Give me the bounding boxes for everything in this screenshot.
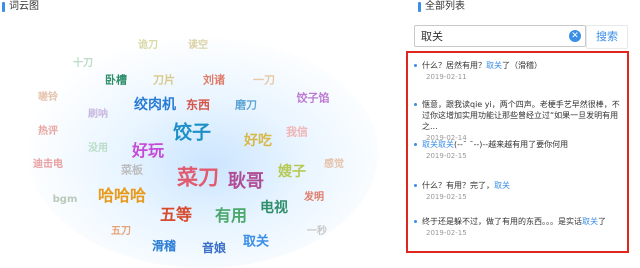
search-field[interactable] — [415, 29, 571, 43]
wordcloud-word: 热评 — [38, 126, 58, 137]
header-accent-bar — [2, 2, 5, 12]
bullet-icon — [414, 143, 417, 146]
result-keyword: 取关取关 — [422, 140, 454, 149]
wordcloud-word: 好吃 — [244, 133, 272, 149]
wordcloud-word: 音娘 — [201, 241, 227, 255]
wordcloud-word: 取关 — [242, 234, 270, 250]
result-text-pre: 什么？有用？完了， — [422, 181, 494, 190]
wordcloud-word: 诡刀 — [138, 40, 158, 51]
wordcloud-word: 刘诸 — [203, 73, 225, 87]
wordcloud-word: 一刀 — [253, 73, 275, 87]
bullet-icon — [414, 64, 417, 67]
result-text-post: 了（滑稽） — [502, 61, 542, 70]
wordcloud-word: 耿哥 — [228, 171, 264, 192]
wordcloud-word: 饺子 — [172, 121, 212, 144]
list-title: 全部列表 — [425, 1, 465, 12]
search-button[interactable]: 搜索 — [586, 25, 628, 49]
wordcloud-word: 一秒 — [307, 226, 327, 237]
results-list: 什么？居然有用？取关了（滑稽） 2019-02-11 惬意，跟我读qie yi，两个… — [406, 51, 629, 253]
list-panel-header: 全部列表 — [418, 0, 465, 14]
wordcloud-word: 饺子馅 — [296, 91, 330, 105]
result-text: 什么？居然有用？取关了（滑稽） — [414, 60, 626, 71]
result-text-post: (--¯ ¯--)--越来越有用了要你何用 — [454, 140, 569, 149]
result-item[interactable]: 什么？有用？完了，取关 2019-02-15 — [414, 180, 626, 202]
result-item[interactable]: 惬意，跟我读qie yi，两个四声。老梗手艺早然很棒，不过你这增加实用功能让那些… — [414, 99, 626, 143]
result-date: 2019-02-15 — [426, 193, 467, 201]
wordcloud-word: 迪击电 — [33, 159, 63, 170]
result-date: 2019-02-15 — [426, 229, 467, 237]
wordcloud-word: 感觉 — [324, 159, 344, 170]
wordcloud-word: 五等 — [159, 205, 193, 224]
bullet-icon — [414, 103, 417, 106]
result-text-pre: 终于还是躲不过，做了有用的东西。。。是实话 — [422, 217, 582, 226]
header-accent-bar — [418, 2, 421, 12]
wordcloud-title: 词云图 — [9, 1, 39, 12]
result-text: 取关取关(--¯ ¯--)--越来越有用了要你何用 — [414, 139, 626, 150]
wordcloud-word: 电视 — [260, 200, 288, 216]
result-text-pre: 什么？居然有用？ — [422, 61, 486, 70]
result-date: 2019-02-11 — [426, 73, 467, 81]
wordcloud-word: bgm — [52, 194, 78, 205]
wordcloud-word: 东西 — [185, 98, 211, 112]
wordcloud-word: 卧槽 — [105, 73, 127, 87]
wordcloud-word: 有用 — [214, 206, 248, 225]
wordcloud-word: 嗟铃 — [38, 92, 58, 103]
wordcloud-word: 刀片 — [153, 73, 175, 87]
result-text: 惬意，跟我读qie yi，两个四声。老梗手艺早然很棒，不过你这增加实用功能让那些… — [414, 99, 626, 132]
search-input[interactable]: ✕ — [414, 25, 586, 47]
result-item[interactable]: 终于还是躲不过，做了有用的东西。。。是实话取关了 2019-02-15 — [414, 216, 626, 238]
result-text-post: 了 — [598, 217, 606, 226]
wordcloud-word: 没用 — [88, 143, 108, 154]
result-item[interactable]: 什么？居然有用？取关了（滑稽） 2019-02-11 — [414, 60, 626, 82]
wordcloud-word: 十刀 — [73, 58, 93, 69]
wordcloud-word: 菜刀 — [177, 165, 219, 190]
bullet-icon — [414, 184, 417, 187]
bullet-icon — [414, 220, 417, 223]
result-text: 终于还是躲不过，做了有用的东西。。。是实话取关了 — [414, 216, 626, 227]
wordcloud-word: 菜板 — [121, 163, 143, 177]
wordcloud-word: 滑稽 — [151, 239, 177, 253]
wordcloud-panel-header: 词云图 — [0, 0, 39, 14]
result-keyword: 取关 — [486, 61, 502, 70]
wordcloud-word: 我信 — [286, 125, 308, 139]
wordcloud-panel: 词云图 诡刀 读空十刀卧槽 刀片 刘诸 一刀嗟铃 绞肉机 东西 磨刀 饺子馅刷呐热评 饺子 我信好玩… — [0, 0, 398, 268]
wordcloud-word: 好玩 — [131, 141, 165, 160]
result-date: 2019-02-15 — [426, 152, 467, 160]
wordcloud-word: 发明 — [304, 192, 324, 203]
result-keyword: 取关 — [582, 217, 598, 226]
wordcloud-word: 磨刀 — [235, 98, 257, 112]
clear-icon[interactable]: ✕ — [569, 30, 581, 42]
wordcloud-word: 刷呐 — [88, 109, 108, 120]
result-text: 什么？有用？完了，取关 — [414, 180, 626, 191]
result-item[interactable]: 取关取关(--¯ ¯--)--越来越有用了要你何用 2019-02-15 — [414, 139, 626, 161]
wordcloud-word: 读空 — [188, 40, 208, 51]
wordcloud-word: 五刀 — [111, 226, 131, 237]
result-keyword: 取关 — [494, 181, 510, 190]
result-text-pre: 惬意，跟我读qie yi，两个四声。老梗手艺早然很棒，不过你这增加实用功能让那些… — [422, 100, 620, 131]
wordcloud-word: 嫂子 — [278, 164, 306, 180]
wordcloud-word: 绞肉机 — [134, 97, 176, 113]
wordcloud-word: 哈哈哈 — [97, 186, 147, 205]
